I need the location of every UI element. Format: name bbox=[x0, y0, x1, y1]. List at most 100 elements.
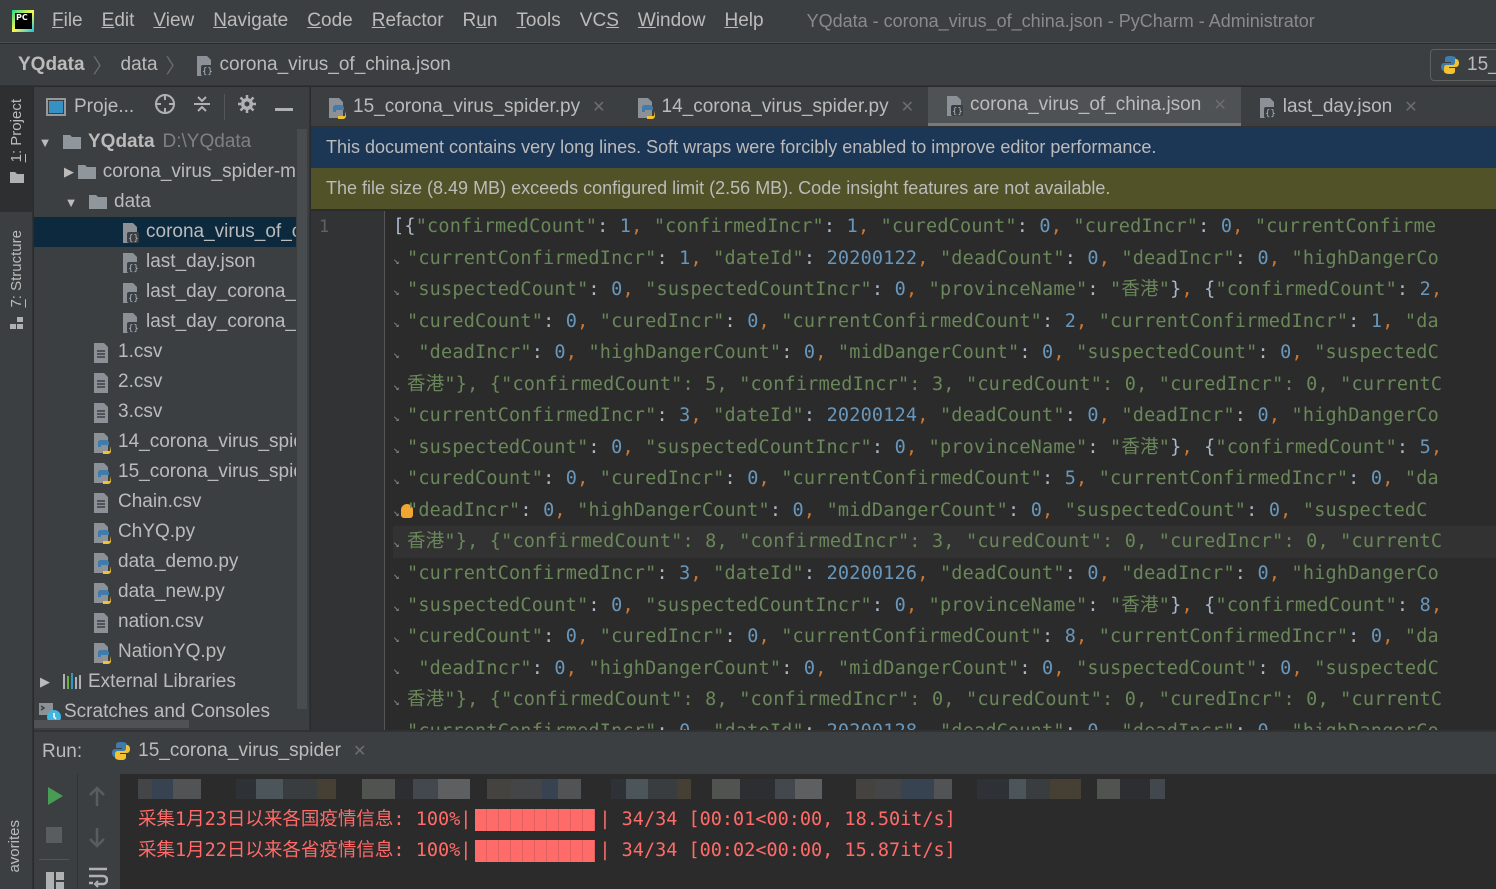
code-line[interactable]: ↘ "curedCount": 0, "curedIncr": 0, "curre… bbox=[393, 621, 1496, 653]
soft-wrap-indicator-icon: ↘ bbox=[393, 537, 400, 551]
tree-item[interactable]: 1.csv bbox=[34, 337, 296, 367]
editor-tab[interactable]: {} corona_virus_of_china.json ✕ bbox=[928, 87, 1241, 126]
tree-item[interactable]: 3.csv bbox=[34, 397, 296, 427]
menu-navigate[interactable]: Navigate bbox=[213, 10, 288, 32]
scroll-up-button[interactable] bbox=[88, 786, 106, 812]
tree-item[interactable]: ▶ corona_virus_spider-m bbox=[34, 157, 296, 187]
code-line[interactable]: ↘ "curedCount": 0, "curedIncr": 0, "curre… bbox=[393, 306, 1496, 338]
project-tree-scrollbar[interactable] bbox=[297, 129, 307, 709]
code-line[interactable]: ↘ "suspectedCount": 0, "suspectedCountInc… bbox=[393, 590, 1496, 622]
code-line[interactable]: ↘ 香港"}, {"confirmedCount": 8, "confirmedI… bbox=[393, 684, 1496, 716]
structure-icon bbox=[9, 316, 23, 329]
close-tab-icon[interactable]: ✕ bbox=[901, 97, 914, 117]
collapsed-arrow-icon[interactable]: ▶ bbox=[38, 674, 52, 690]
tree-item[interactable]: ▼ YQdata D:\YQdata bbox=[34, 127, 296, 157]
editor-tab[interactable]: 15_corona_virus_spider.py ✕ bbox=[311, 87, 620, 126]
code-line[interactable]: ↘ "suspectedCount": 0, "suspectedCountInc… bbox=[393, 432, 1496, 464]
project-tool-button[interactable]: 1: Project bbox=[0, 87, 33, 212]
console-progress-line: 采集1月23日以来各国疫情信息: 100% | | 34/34 [00:01<00:… bbox=[138, 804, 1496, 835]
editor-tab[interactable]: {} last_day.json ✕ bbox=[1241, 87, 1432, 126]
run-tab[interactable]: 15_corona_virus_spider ✕ bbox=[112, 732, 366, 772]
rerun-button[interactable] bbox=[46, 786, 64, 810]
run-configuration-selector[interactable]: 15_ bbox=[1430, 49, 1496, 81]
menu-window[interactable]: Window bbox=[638, 10, 706, 32]
menu-refactor[interactable]: Refactor bbox=[372, 10, 444, 32]
locate-file-icon[interactable] bbox=[154, 93, 176, 121]
code-line[interactable]: ↘ 香港"}, {"confirmedCount": 8, "confirmedI… bbox=[393, 526, 1496, 559]
tree-item[interactable]: 2.csv bbox=[34, 367, 296, 397]
tree-item[interactable]: ▼ data bbox=[34, 187, 296, 217]
blurred-pixel bbox=[1050, 779, 1081, 799]
soft-wrap-button[interactable] bbox=[88, 866, 109, 889]
structure-tool-button[interactable]: 7: Structure bbox=[0, 222, 33, 352]
tree-item[interactable]: Chain.csv bbox=[34, 487, 296, 517]
code-line[interactable]: ↘ 香港"}, {"confirmedCount": 5, "confirmedI… bbox=[393, 369, 1496, 401]
scroll-down-button[interactable] bbox=[88, 826, 106, 852]
close-tab-icon[interactable]: ✕ bbox=[1213, 95, 1226, 115]
collapse-all-icon[interactable] bbox=[192, 94, 212, 120]
menu-tools[interactable]: Tools bbox=[516, 10, 560, 32]
menu-code[interactable]: Code bbox=[307, 10, 352, 32]
svg-text:{}: {} bbox=[202, 67, 213, 77]
arrow-up-icon bbox=[89, 786, 105, 806]
collapsed-arrow-icon[interactable]: ▶ bbox=[64, 164, 74, 180]
window-title: YQdata - corona_virus_of_china.json - Py… bbox=[806, 10, 1315, 31]
menu-edit[interactable]: Edit bbox=[102, 10, 135, 32]
expanded-arrow-icon[interactable]: ▼ bbox=[38, 135, 52, 150]
menu-run[interactable]: Run bbox=[463, 10, 498, 32]
menu-help[interactable]: Help bbox=[724, 10, 763, 32]
breadcrumb-file[interactable]: corona_virus_of_china.json bbox=[220, 54, 451, 76]
editor-tab-label: corona_virus_of_china.json bbox=[970, 94, 1202, 115]
project-tree-horizontal-scrollbar[interactable] bbox=[34, 720, 189, 728]
code-line[interactable]: [{"confirmedCount": 1, "confirmedIncr": … bbox=[393, 211, 1496, 243]
favorites-tool-label[interactable]: avorites bbox=[6, 820, 23, 873]
editor-tab[interactable]: 14_corona_virus_spider.py ✕ bbox=[620, 87, 929, 126]
tree-item[interactable]: {} last_day.json bbox=[34, 247, 296, 277]
blurred-pixel bbox=[1026, 779, 1050, 799]
code-area[interactable]: 1 [{"confirmedCount": 1, "confirmedIncr"… bbox=[311, 211, 1496, 730]
layout-button[interactable] bbox=[46, 872, 64, 889]
console-progress-line: 采集1月22日以来各省疫情信息: 100% | | 34/34 [00:02<00:… bbox=[138, 835, 1496, 866]
close-run-tab-icon[interactable]: ✕ bbox=[353, 741, 366, 761]
close-tab-icon[interactable]: ✕ bbox=[1404, 97, 1417, 117]
blurred-pixel bbox=[1097, 779, 1120, 799]
code-line[interactable]: ↘ "currentConfirmedIncr": 3, "dateId": 20… bbox=[393, 400, 1496, 432]
code-line[interactable]: ↘"currentConfirmedIncr": 0, "dateId": 20… bbox=[393, 716, 1496, 730]
tree-item[interactable]: data_new.py bbox=[34, 577, 296, 607]
blurred-pixel bbox=[626, 779, 648, 799]
code-line[interactable]: ↘ "deadIncr": 0, "highDangerCount": 0, "m… bbox=[393, 495, 1496, 527]
expanded-arrow-icon[interactable]: ▼ bbox=[64, 195, 78, 210]
tree-item[interactable]: ▶ External Libraries bbox=[34, 667, 296, 697]
tree-item[interactable]: {} corona_virus_of_chi bbox=[34, 217, 296, 247]
json-file-icon: {} bbox=[1257, 97, 1277, 119]
menu-view[interactable]: View bbox=[153, 10, 194, 32]
run-console[interactable]: 采集1月23日以来各国疫情信息: 100% | | 34/34 [00:01<00:… bbox=[120, 774, 1496, 889]
stop-button[interactable] bbox=[46, 827, 62, 847]
tree-item[interactable]: data_demo.py bbox=[34, 547, 296, 577]
code-line[interactable]: ↘ "curedCount": 0, "curedIncr": 0, "curre… bbox=[393, 463, 1496, 495]
code-line[interactable]: ↘ "currentConfirmedIncr": 3, "dateId": 20… bbox=[393, 558, 1496, 590]
project-view-dropdown[interactable]: Proje... bbox=[74, 96, 134, 118]
menu-file[interactable]: File bbox=[52, 10, 83, 32]
hide-panel-icon[interactable] bbox=[275, 96, 294, 118]
soft-wrap-indicator-icon: ↘ bbox=[393, 285, 400, 299]
tree-item[interactable]: nation.csv bbox=[34, 607, 296, 637]
file-size-warning-text: The file size (8.49 MB) exceeds configur… bbox=[326, 178, 1111, 198]
settings-gear-icon[interactable] bbox=[237, 94, 257, 120]
tree-item[interactable]: {} last_day_corona_vir bbox=[34, 277, 296, 307]
text-file-icon bbox=[92, 342, 112, 363]
menu-vcs[interactable]: VCS bbox=[580, 10, 619, 32]
breadcrumb-project[interactable]: YQdata bbox=[18, 54, 85, 76]
tree-item[interactable]: 14_corona_virus_spide bbox=[34, 427, 296, 457]
tree-item[interactable]: NationYQ.py bbox=[34, 637, 296, 667]
tree-item[interactable]: {} last_day_corona_vir bbox=[34, 307, 296, 337]
code-line[interactable]: ↘ "deadIncr": 0, "highDangerCount": 0, "… bbox=[393, 653, 1496, 685]
code-line[interactable]: ↘ "currentConfirmedIncr": 1, "dateId": 20… bbox=[393, 243, 1496, 275]
tree-item[interactable]: 15_corona_virus_spide bbox=[34, 457, 296, 487]
breadcrumb-folder[interactable]: data bbox=[121, 54, 158, 76]
close-tab-icon[interactable]: ✕ bbox=[592, 97, 605, 117]
code-line[interactable]: ↘ "deadIncr": 0, "highDangerCount": 0, "… bbox=[393, 337, 1496, 369]
code-line[interactable]: ↘ "suspectedCount": 0, "suspectedCountInc… bbox=[393, 274, 1496, 306]
tree-item[interactable]: ChYQ.py bbox=[34, 517, 296, 547]
code-lines[interactable]: [{"confirmedCount": 1, "confirmedIncr": … bbox=[385, 211, 1496, 730]
